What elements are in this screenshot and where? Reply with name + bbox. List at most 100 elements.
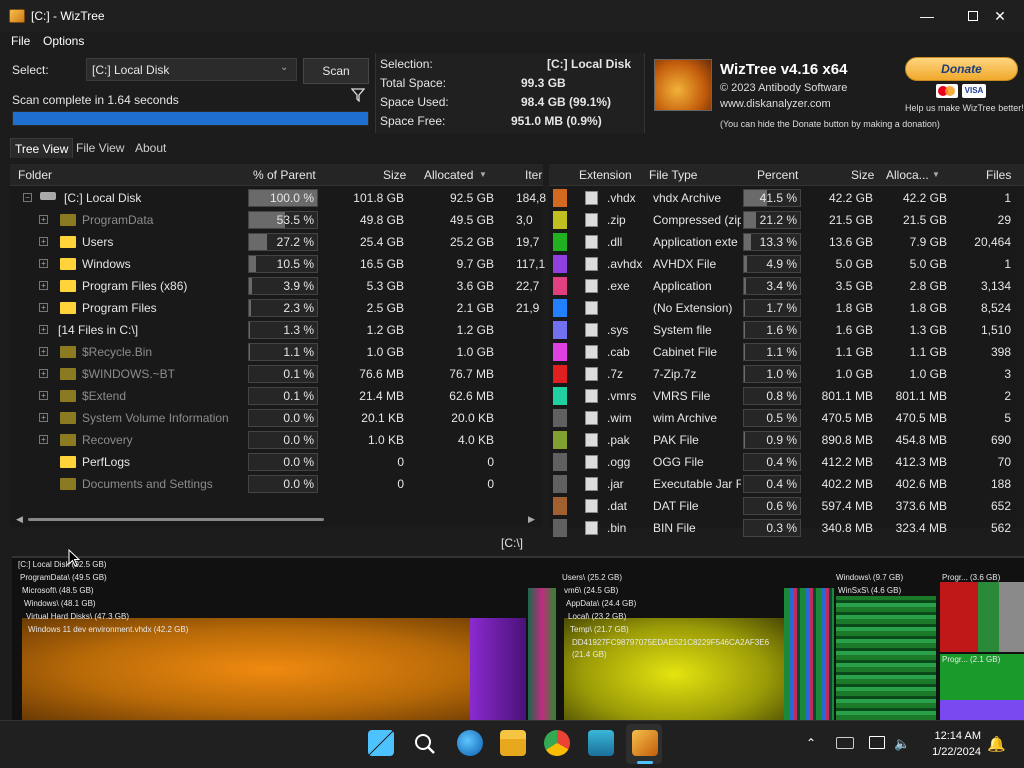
expand-icon[interactable]: +: [39, 281, 48, 290]
minimize-button[interactable]: —: [904, 0, 950, 32]
table-row[interactable]: + $Recycle.Bin 1.1 % 1.0 GB 1.0 GB: [10, 341, 543, 363]
table-row[interactable]: .cab Cabinet File 1.1 % 1.1 GB 1.1 GB 398: [549, 341, 1024, 363]
table-row[interactable]: + Program Files 2.3 % 2.5 GB 2.1 GB 21,9: [10, 297, 543, 319]
table-row[interactable]: Documents and Settings 0.0 % 0 0: [10, 473, 543, 495]
col-size[interactable]: Size: [383, 168, 406, 182]
expand-icon[interactable]: −: [23, 193, 32, 202]
scroll-right-icon[interactable]: ▶: [528, 514, 535, 525]
tab-file-view[interactable]: File View: [72, 138, 128, 158]
col-folder[interactable]: Folder: [18, 168, 52, 182]
table-row[interactable]: .vmrs VMRS File 0.8 % 801.1 MB 801.1 MB 2: [549, 385, 1024, 407]
table-row[interactable]: .sys System file 1.6 % 1.6 GB 1.3 GB 1,510: [549, 319, 1024, 341]
start-windows-icon[interactable]: [368, 730, 394, 756]
col-allocated[interactable]: Allocated: [424, 168, 473, 182]
treemap-view[interactable]: [C:] Local Disk (92.5 GB) ProgramData\ (4…: [12, 556, 1024, 720]
col-extension[interactable]: Extension: [579, 168, 632, 182]
chrome-icon[interactable]: [544, 730, 570, 756]
table-row[interactable]: .ogg OGG File 0.4 % 412.2 MB 412.3 MB 70: [549, 451, 1024, 473]
table-row[interactable]: .dat DAT File 0.6 % 597.4 MB 373.6 MB 652: [549, 495, 1024, 517]
chevron-up-icon[interactable]: ⌃: [806, 736, 816, 750]
col-ext-allocated[interactable]: Alloca...: [886, 168, 929, 182]
col-files[interactable]: Files: [986, 168, 1011, 182]
clock-date[interactable]: 1/22/2024: [925, 746, 981, 758]
size-cell: 5.3 GB: [366, 279, 404, 293]
filter-icon[interactable]: [351, 88, 365, 102]
cloud-drive-icon[interactable]: [836, 737, 854, 749]
percent-cell: 0.9 %: [766, 433, 797, 447]
expand-icon[interactable]: +: [39, 259, 48, 268]
ext-vertical-scrollbar[interactable]: [1016, 187, 1024, 527]
allocated-cell: 0: [487, 477, 494, 491]
expand-icon[interactable]: +: [39, 215, 48, 224]
col-file-type[interactable]: File Type: [649, 168, 697, 182]
tab-about[interactable]: About: [131, 138, 170, 158]
ext-alloc-cell: 1.0 GB: [909, 367, 947, 381]
scrollbar-thumb[interactable]: [28, 518, 324, 521]
scan-button[interactable]: Scan: [303, 58, 369, 84]
table-row[interactable]: + System Volume Information 0.0 % 20.1 KB 20…: [10, 407, 543, 429]
table-row[interactable]: PerfLogs 0.0 % 0 0: [10, 451, 543, 473]
table-row[interactable]: − [C:] Local Disk 100.0 % 101.8 GB 92.5 GB 18…: [10, 187, 546, 209]
speaker-muted-icon[interactable]: 🔈: [894, 736, 910, 752]
col-percent[interactable]: Percent: [757, 168, 798, 182]
treemap-block-winsxs[interactable]: [836, 596, 936, 720]
table-row[interactable]: .avhdx AVHDX File 4.9 % 5.0 GB 5.0 GB 1: [549, 253, 1024, 275]
table-row[interactable]: .wim wim Archive 0.5 % 470.5 MB 470.5 MB 5: [549, 407, 1024, 429]
treemap-block-program-files-x86[interactable]: [940, 582, 1024, 652]
treemap-block-avhdx[interactable]: [470, 618, 526, 720]
file-type-icon: [585, 279, 598, 293]
table-row[interactable]: .dll Application exte 13.3 % 13.6 GB 7.9 GB 2…: [549, 231, 1024, 253]
file-type-icon: [585, 367, 598, 381]
expand-icon[interactable]: +: [39, 325, 48, 334]
table-row[interactable]: + $Extend 0.1 % 21.4 MB 62.6 MB: [10, 385, 543, 407]
table-row[interactable]: .jar Executable Jar Fi 0.4 % 402.2 MB 402.6 …: [549, 473, 1024, 495]
website-link[interactable]: www.diskanalyzer.com: [720, 98, 831, 110]
table-row[interactable]: .vhdx vhdx Archive 41.5 % 42.2 GB 42.2 GB 1: [549, 187, 1024, 209]
clock-time[interactable]: 12:14 AM: [925, 730, 981, 742]
wiztree-taskbar-icon[interactable]: [632, 730, 658, 756]
scroll-left-icon[interactable]: ◀: [16, 514, 23, 525]
table-row[interactable]: .exe Application 3.4 % 3.5 GB 2.8 GB 3,134: [549, 275, 1024, 297]
table-row[interactable]: (No Extension) 1.7 % 1.8 GB 1.8 GB 8,524: [549, 297, 1024, 319]
menu-file[interactable]: File: [11, 34, 30, 48]
folder-name: Users: [82, 235, 114, 249]
notification-bell-icon[interactable]: 🔔: [987, 735, 1006, 753]
table-row[interactable]: + [14 Files in C:\] 1.3 % 1.2 GB 1.2 GB: [10, 319, 543, 341]
table-row[interactable]: + $WINDOWS.~BT 0.1 % 76.6 MB 76.7 MB: [10, 363, 543, 385]
file-type-icon: [585, 323, 598, 337]
donate-help-text: Help us make WizTree better!: [905, 103, 1024, 113]
close-button[interactable]: ✕: [976, 0, 1024, 32]
expand-icon[interactable]: +: [39, 303, 48, 312]
treemap-block-misc[interactable]: [528, 588, 556, 720]
folder-icon: [60, 434, 76, 446]
col-ext-size[interactable]: Size: [851, 168, 874, 182]
chevron-down-icon[interactable]: ⌄: [280, 62, 288, 73]
expand-icon[interactable]: +: [39, 237, 48, 246]
expand-icon[interactable]: +: [39, 347, 48, 356]
expand-icon[interactable]: +: [39, 369, 48, 378]
expand-icon[interactable]: +: [39, 435, 48, 444]
menu-options[interactable]: Options: [43, 34, 84, 48]
edge-browser-icon[interactable]: [457, 730, 483, 756]
table-row[interactable]: + Recovery 0.0 % 1.0 KB 4.0 KB: [10, 429, 543, 451]
table-row[interactable]: .zip Compressed (zip 21.2 % 21.5 GB 21.5 GB 2…: [549, 209, 1024, 231]
file-explorer-icon[interactable]: [500, 730, 526, 756]
app-package-icon[interactable]: [588, 730, 614, 756]
expand-icon[interactable]: +: [39, 391, 48, 400]
donate-button[interactable]: Donate: [905, 57, 1018, 81]
ext-size-cell: 1.1 GB: [835, 345, 873, 359]
col-items[interactable]: Iter: [525, 168, 542, 182]
table-row[interactable]: + Users 27.2 % 25.4 GB 25.2 GB 19,7: [10, 231, 543, 253]
table-row[interactable]: + ProgramData 53.5 % 49.8 GB 49.5 GB 3,0: [10, 209, 543, 231]
table-row[interactable]: + Program Files (x86) 3.9 % 5.3 GB 3.6 GB 22,…: [10, 275, 543, 297]
col-pct-parent[interactable]: % of Parent: [253, 168, 316, 182]
search-icon[interactable]: [413, 732, 437, 756]
table-row[interactable]: .pak PAK File 0.9 % 890.8 MB 454.8 MB 690: [549, 429, 1024, 451]
drive-select[interactable]: [C:] Local Disk: [86, 58, 297, 81]
treemap-block-windows[interactable]: [784, 588, 834, 720]
tab-tree-view[interactable]: Tree View: [10, 138, 74, 158]
expand-icon[interactable]: +: [39, 413, 48, 422]
table-row[interactable]: + Windows 10.5 % 16.5 GB 9.7 GB 117,1: [10, 253, 545, 275]
network-icon[interactable]: [869, 736, 885, 749]
table-row[interactable]: .7z 7-Zip.7z 1.0 % 1.0 GB 1.0 GB 3: [549, 363, 1024, 385]
